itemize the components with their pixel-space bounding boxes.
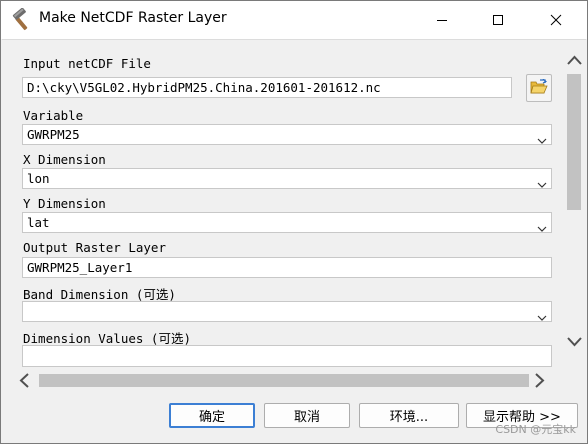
output-layer-label: Output Raster Layer <box>23 240 166 255</box>
cancel-button[interactable]: 取消 <box>264 403 350 428</box>
title-bar[interactable]: Make NetCDF Raster Layer <box>1 1 587 39</box>
input-file-field[interactable]: D:\cky\V5GL02.HybridPM25.China.201601-20… <box>22 77 512 98</box>
y-dimension-value: lat <box>27 215 50 230</box>
dimension-values-field[interactable] <box>22 345 552 367</box>
browse-button[interactable] <box>526 74 552 102</box>
variable-value: GWRPM25 <box>27 127 80 142</box>
chevron-down-icon <box>537 308 547 321</box>
x-dimension-select[interactable]: lon <box>22 168 552 189</box>
variable-select[interactable]: GWRPM25 <box>22 124 552 145</box>
vertical-scrollbar[interactable] <box>563 40 586 371</box>
close-icon <box>550 14 562 26</box>
x-dimension-label: X Dimension <box>23 152 106 167</box>
input-file-label: Input netCDF File <box>23 56 151 71</box>
maximize-icon <box>492 14 504 26</box>
vertical-scroll-thumb[interactable] <box>567 74 581 210</box>
maximize-button[interactable] <box>475 1 521 39</box>
dialog-window: Make NetCDF Raster Layer Input netCDF Fi… <box>0 0 588 444</box>
window-title: Make NetCDF Raster Layer <box>39 10 227 26</box>
parameters-panel: Input netCDF File D:\cky\V5GL02.HybridPM… <box>2 39 586 390</box>
close-button[interactable] <box>533 1 579 39</box>
hammer-icon <box>10 7 34 32</box>
x-dimension-value: lon <box>27 171 50 186</box>
folder-open-icon <box>530 78 548 98</box>
watermark-text: CSDN @元宝kk <box>495 423 576 436</box>
horizontal-scroll-thumb[interactable] <box>39 374 529 387</box>
ok-button[interactable]: 确定 <box>169 403 255 428</box>
output-layer-field[interactable]: GWRPM25_Layer1 <box>22 257 552 278</box>
scroll-down-icon[interactable] <box>566 336 583 351</box>
y-dimension-select[interactable]: lat <box>22 212 552 233</box>
variable-label: Variable <box>23 108 84 123</box>
horizontal-scrollbar[interactable] <box>2 371 563 390</box>
dialog-footer: 确定 取消 环境... 显示帮助 >> CSDN @元宝kk <box>2 389 586 443</box>
environments-button[interactable]: 环境... <box>359 403 459 428</box>
chevron-down-icon <box>537 219 547 232</box>
minimize-icon <box>436 14 448 26</box>
minimize-button[interactable] <box>419 1 465 39</box>
chevron-down-icon <box>537 175 547 188</box>
chevron-down-icon <box>537 131 547 144</box>
scroll-up-icon[interactable] <box>566 54 583 69</box>
band-dimension-select[interactable] <box>22 301 552 322</box>
y-dimension-label: Y Dimension <box>23 196 106 211</box>
